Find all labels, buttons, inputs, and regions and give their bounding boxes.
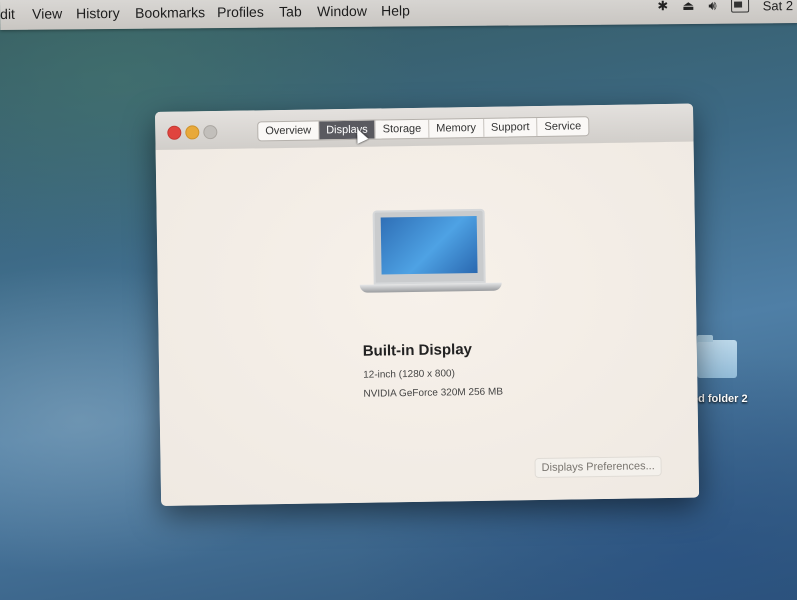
bluetooth-icon[interactable]: ✱	[657, 0, 668, 14]
display-graphics: NVIDIA GeForce 320M 256 MB	[363, 386, 504, 400]
laptop-icon	[359, 208, 502, 293]
menu-clock[interactable]: Sat 2	[763, 0, 793, 13]
tab-support[interactable]: Support	[483, 117, 538, 137]
folder-label[interactable]: ed folder 2	[692, 393, 748, 405]
menu-tab[interactable]: Tab	[279, 3, 317, 19]
displays-panel: Built-in Display 12-inch (1280 x 800) NV…	[155, 141, 700, 506]
close-button[interactable]	[167, 125, 182, 140]
zoom-button[interactable]	[203, 125, 218, 140]
tab-storage[interactable]: Storage	[375, 119, 430, 139]
volume-icon[interactable]: 🔊︎	[708, 0, 716, 14]
about-this-mac-window: Overview Displays Storage Memory Support…	[155, 103, 700, 506]
menu-items: dit View History Bookmarks Profiles Tab …	[0, 2, 421, 22]
display-title: Built-in Display	[362, 341, 473, 360]
tab-service[interactable]: Service	[537, 117, 588, 136]
displays-preferences-button[interactable]: Displays Preferences...	[534, 456, 662, 479]
battery-icon[interactable]	[730, 0, 749, 13]
tab-memory[interactable]: Memory	[429, 118, 485, 138]
eject-icon[interactable]: ⏏	[682, 0, 694, 14]
menu-bar: dit View History Bookmarks Profiles Tab …	[0, 0, 797, 30]
menu-help[interactable]: Help	[381, 2, 421, 18]
menu-profiles[interactable]: Profiles	[217, 4, 279, 20]
laptop-screen	[372, 208, 486, 285]
status-area: ✱ ⏏ 🔊︎ Sat 2	[643, 0, 793, 14]
tab-bar: Overview Displays Storage Memory Support…	[257, 116, 590, 142]
minimize-button[interactable]	[185, 125, 200, 140]
tab-overview[interactable]: Overview	[258, 121, 320, 141]
folder-icon[interactable]	[697, 335, 737, 378]
menu-bookmarks[interactable]: Bookmarks	[135, 4, 217, 21]
menu-history[interactable]: History	[76, 5, 135, 21]
menu-view[interactable]: View	[32, 5, 76, 21]
display-size: 12-inch (1280 x 800)	[363, 368, 455, 381]
menu-edit[interactable]: dit	[0, 6, 32, 22]
menu-window[interactable]: Window	[317, 3, 381, 20]
